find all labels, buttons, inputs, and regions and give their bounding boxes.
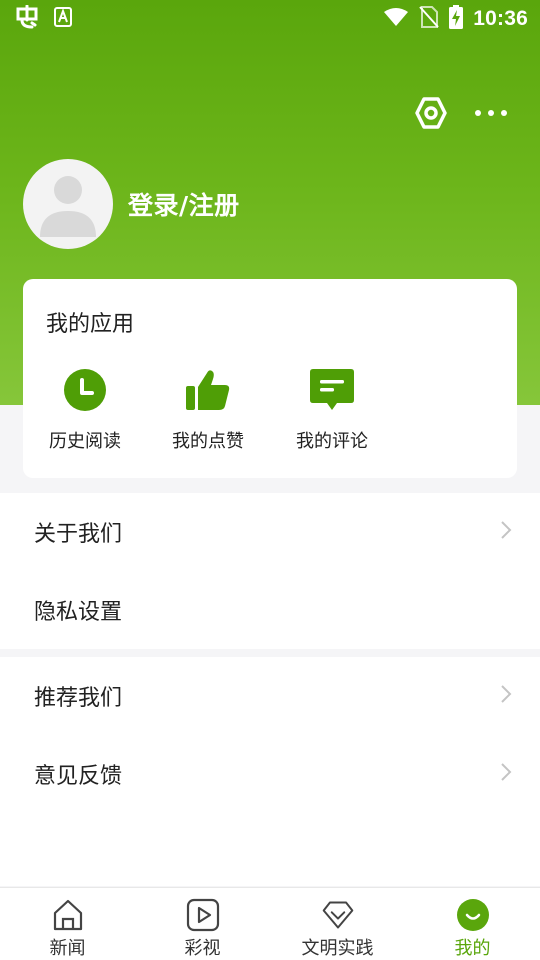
more-icon[interactable] <box>474 108 508 118</box>
nav-label: 彩视 <box>184 938 221 959</box>
nav-item-news[interactable]: 新闻 <box>0 888 135 960</box>
a-app-icon <box>54 7 72 31</box>
my-apps-card: 我的应用 历史阅读 我的点赞 我的评论 <box>23 279 517 478</box>
bug-app-icon <box>14 4 40 33</box>
app-label: 我的评论 <box>296 431 368 452</box>
chevron-right-icon <box>500 762 512 786</box>
menu-item-about-us[interactable]: 关于我们 <box>0 493 540 571</box>
clock-icon <box>62 367 108 413</box>
home-icon <box>51 898 85 932</box>
avatar[interactable] <box>23 159 113 249</box>
battery-charging-icon <box>449 5 464 33</box>
smile-icon <box>456 898 490 932</box>
settings-icon[interactable] <box>414 96 448 130</box>
nav-item-mine[interactable]: 我的 <box>405 888 540 960</box>
app-history-reading[interactable]: 历史阅读 <box>39 367 131 453</box>
my-apps-title: 我的应用 <box>46 312 135 337</box>
menu-label: 关于我们 <box>34 522 123 547</box>
menu-label: 隐私设置 <box>34 600 123 625</box>
menu-spacer <box>0 813 540 886</box>
default-avatar-icon <box>40 176 96 237</box>
menu-label: 意见反馈 <box>34 764 123 789</box>
comment-icon <box>309 367 355 413</box>
no-sim-icon <box>419 6 440 32</box>
menu-group-1: 关于我们 隐私设置 <box>0 493 540 649</box>
play-icon <box>186 898 220 932</box>
nav-item-civilization-practice[interactable]: 文明实践 <box>270 888 405 960</box>
login-register-link[interactable]: 登录/注册 <box>128 186 240 222</box>
app-label: 历史阅读 <box>49 431 121 452</box>
menu-group-2: 推荐我们 意见反馈 <box>0 657 540 886</box>
nav-label: 新闻 <box>49 938 86 959</box>
heart-icon <box>321 898 355 932</box>
bottom-nav: 新闻 彩视 文明实践 我的 <box>0 887 540 960</box>
menu-item-privacy-settings[interactable]: 隐私设置 <box>0 571 540 649</box>
nav-item-video[interactable]: 彩视 <box>135 888 270 960</box>
menu-item-recommend-us[interactable]: 推荐我们 <box>0 657 540 735</box>
status-time: 10:36 <box>473 7 528 30</box>
nav-label: 文明实践 <box>301 938 374 959</box>
menu-item-feedback[interactable]: 意见反馈 <box>0 735 540 813</box>
app-label: 我的点赞 <box>172 431 244 452</box>
app-my-comments[interactable]: 我的评论 <box>286 367 378 453</box>
menu-label: 推荐我们 <box>34 686 123 711</box>
header-actions <box>414 96 508 130</box>
wifi-icon <box>383 7 409 31</box>
app-my-likes[interactable]: 我的点赞 <box>162 367 254 453</box>
status-bar: 10:36 <box>0 0 540 38</box>
thumbs-up-icon <box>185 367 231 413</box>
chevron-right-icon <box>500 684 512 708</box>
nav-label: 我的 <box>454 938 491 959</box>
chevron-right-icon <box>500 520 512 544</box>
